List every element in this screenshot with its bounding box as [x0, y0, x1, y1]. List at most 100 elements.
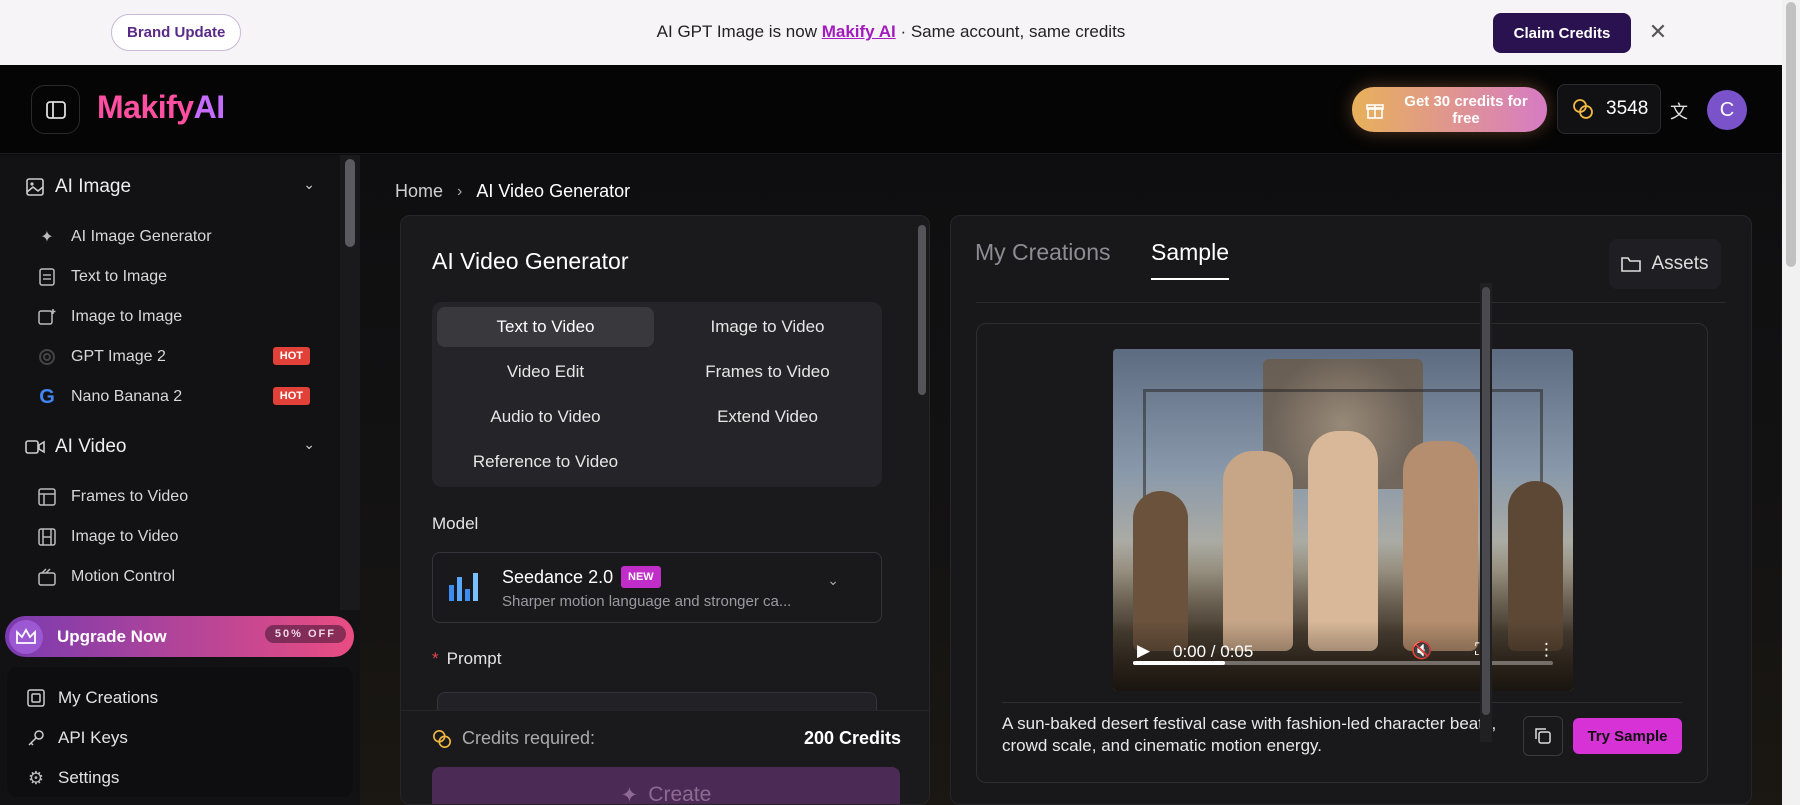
more-icon[interactable]: ⋮: [1538, 640, 1555, 660]
scrollbar-thumb[interactable]: [1786, 2, 1796, 267]
video-figure: [1403, 441, 1478, 651]
translate-icon[interactable]: 文: [1670, 98, 1694, 122]
card-divider: [1002, 702, 1682, 703]
chevron-down-icon: ⌄: [303, 436, 315, 452]
page-scrollbar[interactable]: [1782, 0, 1800, 805]
close-icon[interactable]: ✕: [1648, 20, 1668, 44]
sidebar-item-my-creations[interactable]: My Creations: [26, 688, 158, 708]
play-icon[interactable]: ▶: [1137, 641, 1150, 661]
video-figure: [1308, 431, 1378, 651]
sparkle-icon: ✦: [620, 784, 639, 805]
video-icon: [25, 437, 45, 457]
sidebar-item-image-to-video[interactable]: Image to Video: [37, 527, 310, 547]
mode-reference-to-video[interactable]: Reference to Video: [437, 442, 654, 482]
model-select[interactable]: Seedance 2.0 NEW Sharper motion language…: [432, 552, 882, 623]
chevron-down-icon: ⌄: [303, 176, 315, 192]
scrollbar-thumb[interactable]: [918, 225, 926, 395]
openai-icon: [37, 347, 57, 367]
sidebar-item-ai-image-generator[interactable]: ✦ AI Image Generator: [37, 227, 310, 247]
google-icon: G: [39, 385, 55, 408]
sidebar-item-api-keys[interactable]: API Keys: [26, 728, 128, 748]
video-controls: ▶ 0:00 / 0:05 🔇 ⛶ ⋮: [1113, 621, 1573, 691]
generator-panel: AI Video Generator Text to Video Image t…: [400, 215, 930, 805]
assets-button[interactable]: Assets: [1609, 239, 1721, 289]
copy-icon: [1535, 728, 1551, 744]
mode-image-to-video[interactable]: Image to Video: [659, 307, 876, 347]
sidebar-scrollbar[interactable]: [340, 155, 360, 610]
top-banner: Brand Update AI GPT Image is now Makify …: [0, 0, 1782, 65]
breadcrumb-home[interactable]: Home: [395, 181, 443, 202]
sidebar-item-image-to-image[interactable]: Image to Image: [37, 307, 310, 327]
app-header: MakifyAI Get 30 credits for free 3548 文 …: [0, 65, 1782, 154]
sidebar-item-text-to-image[interactable]: Text to Image: [37, 267, 310, 287]
create-button[interactable]: ✦ Create: [432, 767, 900, 805]
crown-icon: [9, 619, 43, 654]
prompt-label: * Prompt: [432, 649, 502, 668]
sidebar-section-ai-image[interactable]: AI Image ⌄: [25, 176, 315, 198]
sidebar-item-settings[interactable]: ⚙ Settings: [26, 768, 120, 788]
generator-scrollbar[interactable]: [914, 215, 930, 805]
breadcrumb: Home › AI Video Generator: [395, 181, 630, 202]
makify-link[interactable]: Makify AI: [822, 22, 896, 41]
breadcrumb-current: AI Video Generator: [476, 181, 631, 201]
gift-icon: [1366, 103, 1384, 119]
sample-video[interactable]: ▶ 0:00 / 0:05 🔇 ⛶ ⋮: [1113, 349, 1573, 691]
folder-icon: [1621, 257, 1642, 272]
copy-button[interactable]: [1523, 716, 1563, 756]
avatar[interactable]: C: [1707, 90, 1747, 130]
new-badge: NEW: [621, 566, 661, 588]
chevron-right-icon: ›: [457, 182, 463, 200]
frames-icon: [37, 487, 57, 507]
video-progress-fill: [1133, 661, 1226, 665]
sidebar-item-gpt-image-2[interactable]: GPT Image 2 HOT: [37, 347, 310, 367]
model-description: Sharper motion language and stronger ca.…: [502, 593, 792, 610]
tab-sample[interactable]: Sample: [1151, 239, 1229, 280]
hot-badge: HOT: [272, 387, 310, 405]
image-icon: [25, 177, 45, 197]
sample-caption: A sun-baked desert festival case with fa…: [1002, 714, 1497, 755]
seedance-icon: [449, 573, 478, 601]
key-icon: [26, 728, 46, 748]
generator-title: AI Video Generator: [432, 248, 629, 274]
sidebar-section-ai-video[interactable]: AI Video ⌄: [25, 436, 315, 458]
generator-footer: Credits required: 200 Credits ✦ Create: [401, 710, 929, 805]
sample-card: ▶ 0:00 / 0:05 🔇 ⛶ ⋮ A sun-baked desert f…: [976, 323, 1708, 783]
hot-badge: HOT: [272, 347, 310, 365]
sparkle-icon: ✦: [40, 229, 54, 246]
required-marker: *: [432, 649, 439, 668]
mute-icon[interactable]: 🔇: [1411, 641, 1432, 661]
sidebar-item-frames-to-video[interactable]: Frames to Video: [37, 487, 310, 507]
gallery-icon: [26, 688, 46, 708]
mode-text-to-video[interactable]: Text to Video: [437, 307, 654, 347]
credits-required: Credits required:: [432, 728, 595, 749]
mode-frames-to-video[interactable]: Frames to Video: [659, 352, 876, 392]
film-icon: [37, 527, 57, 547]
tab-divider: [976, 302, 1726, 303]
main-content: Home › AI Video Generator AI Video Gener…: [360, 155, 1782, 805]
sidebar: AI Image ⌄ ✦ AI Image Generator Text to …: [0, 155, 360, 805]
try-sample-button[interactable]: Try Sample: [1573, 718, 1682, 754]
scrollbar-thumb[interactable]: [1482, 287, 1490, 715]
sidebar-item-nano-banana-2[interactable]: G Nano Banana 2 HOT: [37, 385, 310, 408]
coins-icon: [433, 729, 451, 748]
upgrade-now-button[interactable]: Upgrade Now 50% OFF: [5, 616, 354, 657]
free-credits-button[interactable]: Get 30 credits for free: [1352, 87, 1547, 132]
tab-my-creations[interactable]: My Creations: [975, 239, 1110, 266]
results-scrollbar[interactable]: [1480, 283, 1492, 742]
mode-audio-to-video[interactable]: Audio to Video: [437, 397, 654, 437]
chevron-down-icon: ⌄: [827, 572, 839, 588]
sidebar-toggle-button[interactable]: [31, 85, 80, 134]
mode-video-edit[interactable]: Video Edit: [437, 352, 654, 392]
sidebar-item-motion-control[interactable]: Motion Control: [37, 567, 310, 587]
claim-credits-button[interactable]: Claim Credits: [1493, 13, 1631, 53]
mode-extend-video[interactable]: Extend Video: [659, 397, 876, 437]
credits-amount: 200 Credits: [803, 728, 901, 748]
credit-balance[interactable]: 3548: [1557, 84, 1661, 134]
video-time: 0:00 / 0:05: [1173, 642, 1254, 661]
image-edit-icon: [37, 307, 57, 327]
model-name: Seedance 2.0: [502, 567, 614, 587]
makify-logo[interactable]: MakifyAI: [97, 89, 225, 126]
scrollbar-thumb[interactable]: [345, 159, 355, 247]
sidebar-bottom-menu: My Creations API Keys ⚙ Settings: [7, 667, 353, 797]
credit-count: 3548: [1606, 98, 1649, 119]
